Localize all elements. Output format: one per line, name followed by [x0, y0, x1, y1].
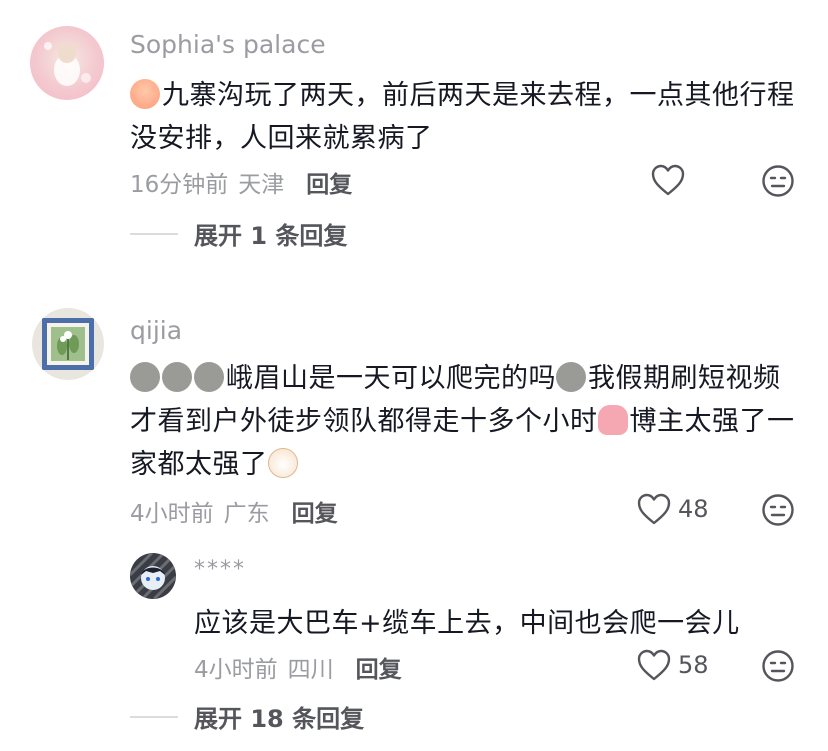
rolling-eyes-emoji-icon [162, 362, 192, 392]
reply-text: 应该是大巴车+缆车上去，中间也会爬一会儿 [194, 608, 740, 639]
comment-username[interactable]: Sophia's palace [130, 30, 326, 59]
dislike-button[interactable] [761, 649, 795, 687]
expand-divider-line [130, 715, 178, 718]
avatar-image [44, 42, 91, 86]
meh-face-icon [762, 650, 794, 682]
rolling-eyes-emoji-icon [556, 362, 586, 392]
heart-outline-icon [637, 493, 671, 525]
like-button[interactable]: 48 [636, 492, 709, 526]
reply-button[interactable]: 回复 [306, 165, 352, 199]
reply-button[interactable]: 回复 [292, 494, 338, 528]
meh-face-icon [762, 165, 794, 197]
comment-text: 九寨沟玩了两天，前后两天是来去程，一点其他行程没安排，人回来就累病了 [130, 74, 800, 160]
reply-button[interactable]: 回复 [356, 650, 402, 684]
comment-list: Sophia's palace 九寨沟玩了两天，前后两天是来去程，一点其他行程没… [0, 0, 828, 751]
comment-text-body: 九寨沟玩了两天，前后两天是来去程，一点其他行程没安排，人回来就累病了 [130, 80, 795, 154]
heart-outline-icon [651, 164, 685, 196]
expand-replies-label: 展开 18 条回复 [194, 705, 365, 733]
comment-location: 天津 [238, 172, 285, 198]
dislike-button[interactable] [761, 493, 795, 531]
avatar[interactable] [32, 308, 104, 380]
reply-time: 4小时前 [194, 657, 278, 683]
reply-avatar[interactable] [130, 553, 176, 599]
avatar[interactable] [30, 26, 104, 100]
like-count: 48 [678, 495, 709, 523]
comment-time: 16分钟前 [130, 172, 229, 198]
comment-text: 峨眉山是一天可以爬完的吗 我假期刷短视频才看到户外徒步领队都得走十多个小时 博主太强… [130, 357, 800, 486]
rolling-eyes-emoji-icon [130, 362, 160, 392]
reply-meta: 4小时前 四川 回复 [194, 650, 402, 684]
like-button[interactable] [650, 163, 686, 197]
comment-time: 4小时前 [130, 501, 214, 527]
crying-face-emoji-icon [130, 79, 160, 109]
reply-username[interactable]: **** [194, 557, 246, 582]
like-count: 58 [678, 651, 709, 679]
like-button[interactable]: 58 [636, 648, 709, 682]
avatar-image [130, 553, 176, 599]
comment-location: 广东 [223, 501, 270, 527]
expand-replies-button[interactable]: 展开 1 条回复 [130, 216, 347, 251]
comment-meta: 16分钟前 天津 回复 [130, 165, 352, 199]
expand-divider-line [130, 232, 178, 235]
comment-username[interactable]: qijia [130, 316, 182, 345]
meh-face-icon [762, 494, 794, 526]
comment-text-part: 峨眉山是一天可以爬完的吗 [226, 363, 556, 394]
rolling-eyes-emoji-icon [194, 362, 224, 392]
praying-hands-emoji-icon [597, 405, 628, 435]
expand-replies-label: 展开 1 条回复 [194, 222, 348, 250]
reply-location: 四川 [287, 657, 334, 683]
crying-cat-emoji-icon [267, 448, 298, 478]
avatar-image [42, 318, 94, 370]
dislike-button[interactable] [761, 164, 795, 202]
heart-outline-icon [637, 649, 671, 681]
expand-replies-button[interactable]: 展开 18 条回复 [130, 699, 364, 734]
comment-meta: 4小时前 广东 回复 [130, 494, 338, 528]
